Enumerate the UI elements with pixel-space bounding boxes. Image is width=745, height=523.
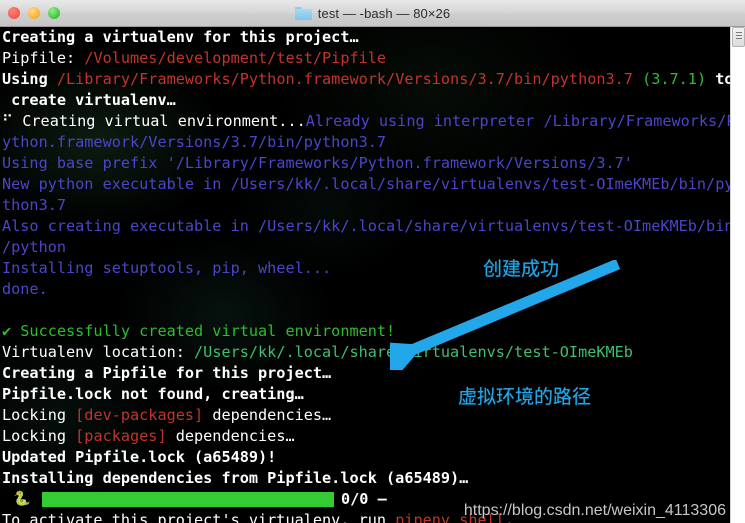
terminal-line: Pipfile: /Volumes/development/test/Pipfi… xyxy=(2,48,729,69)
terminal-text: Using xyxy=(2,70,57,88)
terminal-line: Updated Pipfile.lock (a65489)! xyxy=(2,447,729,468)
traffic-light-group xyxy=(8,7,60,19)
terminal-line: /python xyxy=(2,237,729,258)
terminal-text: done. xyxy=(2,280,48,298)
terminal-text: thon3.7 xyxy=(2,196,67,214)
maximize-button[interactable] xyxy=(48,7,60,19)
terminal-text: (3.7.1) xyxy=(642,70,707,88)
terminal-text: dependencies… xyxy=(203,406,332,424)
terminal-line: Virtualenv location: /Users/kk/.local/sh… xyxy=(2,342,729,363)
terminal-text: Updated Pipfile.lock (a65489)! xyxy=(2,448,277,466)
progress-count: 0/0 — xyxy=(341,490,387,508)
terminal-text: Creating a Pipfile for this project… xyxy=(2,364,332,382)
window-title-group: test — -bash — 80×26 xyxy=(0,0,745,26)
terminal-line: Creating a virtualenv for this project… xyxy=(2,27,729,48)
terminal-screen: Creating a virtualenv for this project… P… xyxy=(2,27,736,523)
snake-icon: 🐍 xyxy=(13,491,31,507)
terminal-line: ⠋ Creating virtual environment...Already… xyxy=(2,111,736,132)
terminal-line: create virtualenv… xyxy=(2,90,729,111)
terminal-output: Creating a virtualenv for this project… P… xyxy=(2,27,736,489)
terminal-text: Locking xyxy=(2,406,76,424)
terminal-text: Using base prefix '/Library/Frameworks/P… xyxy=(2,154,633,172)
terminal-text: To activate this project's virtualenv, r… xyxy=(2,511,396,523)
terminal-line: Locking [packages] dependencies… xyxy=(2,426,729,447)
terminal-text: /Library/Frameworks/Python.framework/Ver… xyxy=(56,70,633,88)
terminal-line: Locking [dev-packages] dependencies… xyxy=(2,405,729,426)
terminal-text: Also creating executable in /Users/kk/.l… xyxy=(2,217,734,235)
terminal-line: Also creating executable in /Users/kk/.l… xyxy=(2,216,734,237)
terminal-text: ython.framework/Versions/3.7/bin/python3… xyxy=(2,133,387,151)
terminal-text: /Users/kk/.local/share/virtualenvs/test-… xyxy=(194,343,633,361)
annotation-path-label: 虚拟环境的路径 xyxy=(458,386,592,408)
minimize-button[interactable] xyxy=(28,7,40,19)
terminal-line: Using /Library/Frameworks/Python.framewo… xyxy=(2,69,734,90)
terminal-line: New python executable in /Users/kk/.loca… xyxy=(2,174,734,195)
terminal-text: Installing setuptools, pip, wheel... xyxy=(2,259,332,277)
terminal-window: test — -bash — 80×26 Creating a virtuale… xyxy=(0,0,745,523)
window-titlebar: test — -bash — 80×26 xyxy=(0,0,745,27)
terminal-line: Pipfile.lock not found, creating… xyxy=(2,384,729,405)
terminal-line: Creating a Pipfile for this project… xyxy=(2,363,729,384)
close-button[interactable] xyxy=(8,7,20,19)
terminal-text: Creating a virtualenv for this project… xyxy=(2,28,359,46)
terminal-text: Already using interpreter /Library/Frame… xyxy=(305,112,736,130)
progress-bar xyxy=(42,492,334,507)
terminal-text: Pipfile.lock not found, creating… xyxy=(2,385,304,403)
terminal-text: [dev-packages] xyxy=(75,406,204,424)
terminal-text: create virtualenv… xyxy=(2,91,176,109)
terminal-text: [packages] xyxy=(75,427,167,445)
terminal-text: Pipfile: xyxy=(2,49,85,67)
annotation-success-label: 创建成功 xyxy=(483,258,560,280)
folder-icon xyxy=(294,6,312,20)
watermark: https://blog.csdn.net/weixin_4113306 xyxy=(463,502,726,519)
terminal-text: /python xyxy=(2,238,67,256)
terminal-text: ⠋ Creating virtual environment... xyxy=(2,112,306,130)
terminal-text: /Volumes/development/test/Pipfile xyxy=(84,49,387,67)
scrollbar-thumb[interactable] xyxy=(732,27,745,47)
terminal-text: New python executable in /Users/kk/.loca… xyxy=(2,175,734,193)
terminal-text: Virtualenv location: xyxy=(2,343,195,361)
terminal-line: ✔ Successfully created virtual environme… xyxy=(2,321,729,342)
terminal-line: thon3.7 xyxy=(2,195,729,216)
terminal-text: Locking xyxy=(2,427,76,445)
terminal-body[interactable]: Creating a virtualenv for this project… P… xyxy=(0,27,745,523)
terminal-line: done. xyxy=(2,279,729,300)
terminal-text: ✔ Successfully created virtual environme… xyxy=(2,322,396,340)
terminal-line: Installing setuptools, pip, wheel... xyxy=(2,258,729,279)
terminal-line: Using base prefix '/Library/Frameworks/P… xyxy=(2,153,729,174)
terminal-line: ython.framework/Versions/3.7/bin/python3… xyxy=(2,132,729,153)
terminal-line: Installing dependencies from Pipfile.loc… xyxy=(2,468,729,489)
terminal-text: dependencies… xyxy=(166,427,295,445)
terminal-text: Installing dependencies from Pipfile.loc… xyxy=(2,469,469,487)
vertical-scrollbar[interactable] xyxy=(730,27,745,523)
window-title: test — -bash — 80×26 xyxy=(317,5,451,21)
